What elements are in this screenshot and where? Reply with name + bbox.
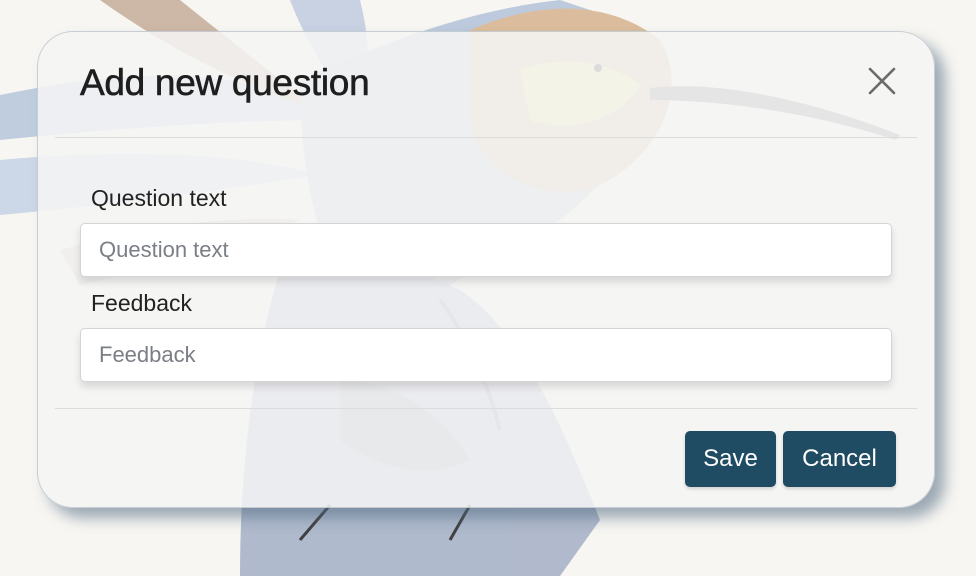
- question-text-label: Question text: [91, 185, 227, 211]
- footer-divider: [55, 408, 917, 409]
- close-icon: [868, 67, 896, 95]
- close-button[interactable]: [867, 66, 897, 96]
- question-text-input[interactable]: [80, 223, 892, 277]
- save-button[interactable]: Save: [685, 431, 776, 487]
- dialog-header: Add new question: [38, 32, 934, 138]
- add-question-dialog: Add new question Question text Feedback …: [37, 31, 935, 508]
- dialog-title: Add new question: [80, 62, 370, 104]
- header-divider: [55, 137, 917, 138]
- feedback-input[interactable]: [80, 328, 892, 382]
- feedback-label: Feedback: [91, 290, 193, 316]
- cancel-button[interactable]: Cancel: [783, 431, 896, 487]
